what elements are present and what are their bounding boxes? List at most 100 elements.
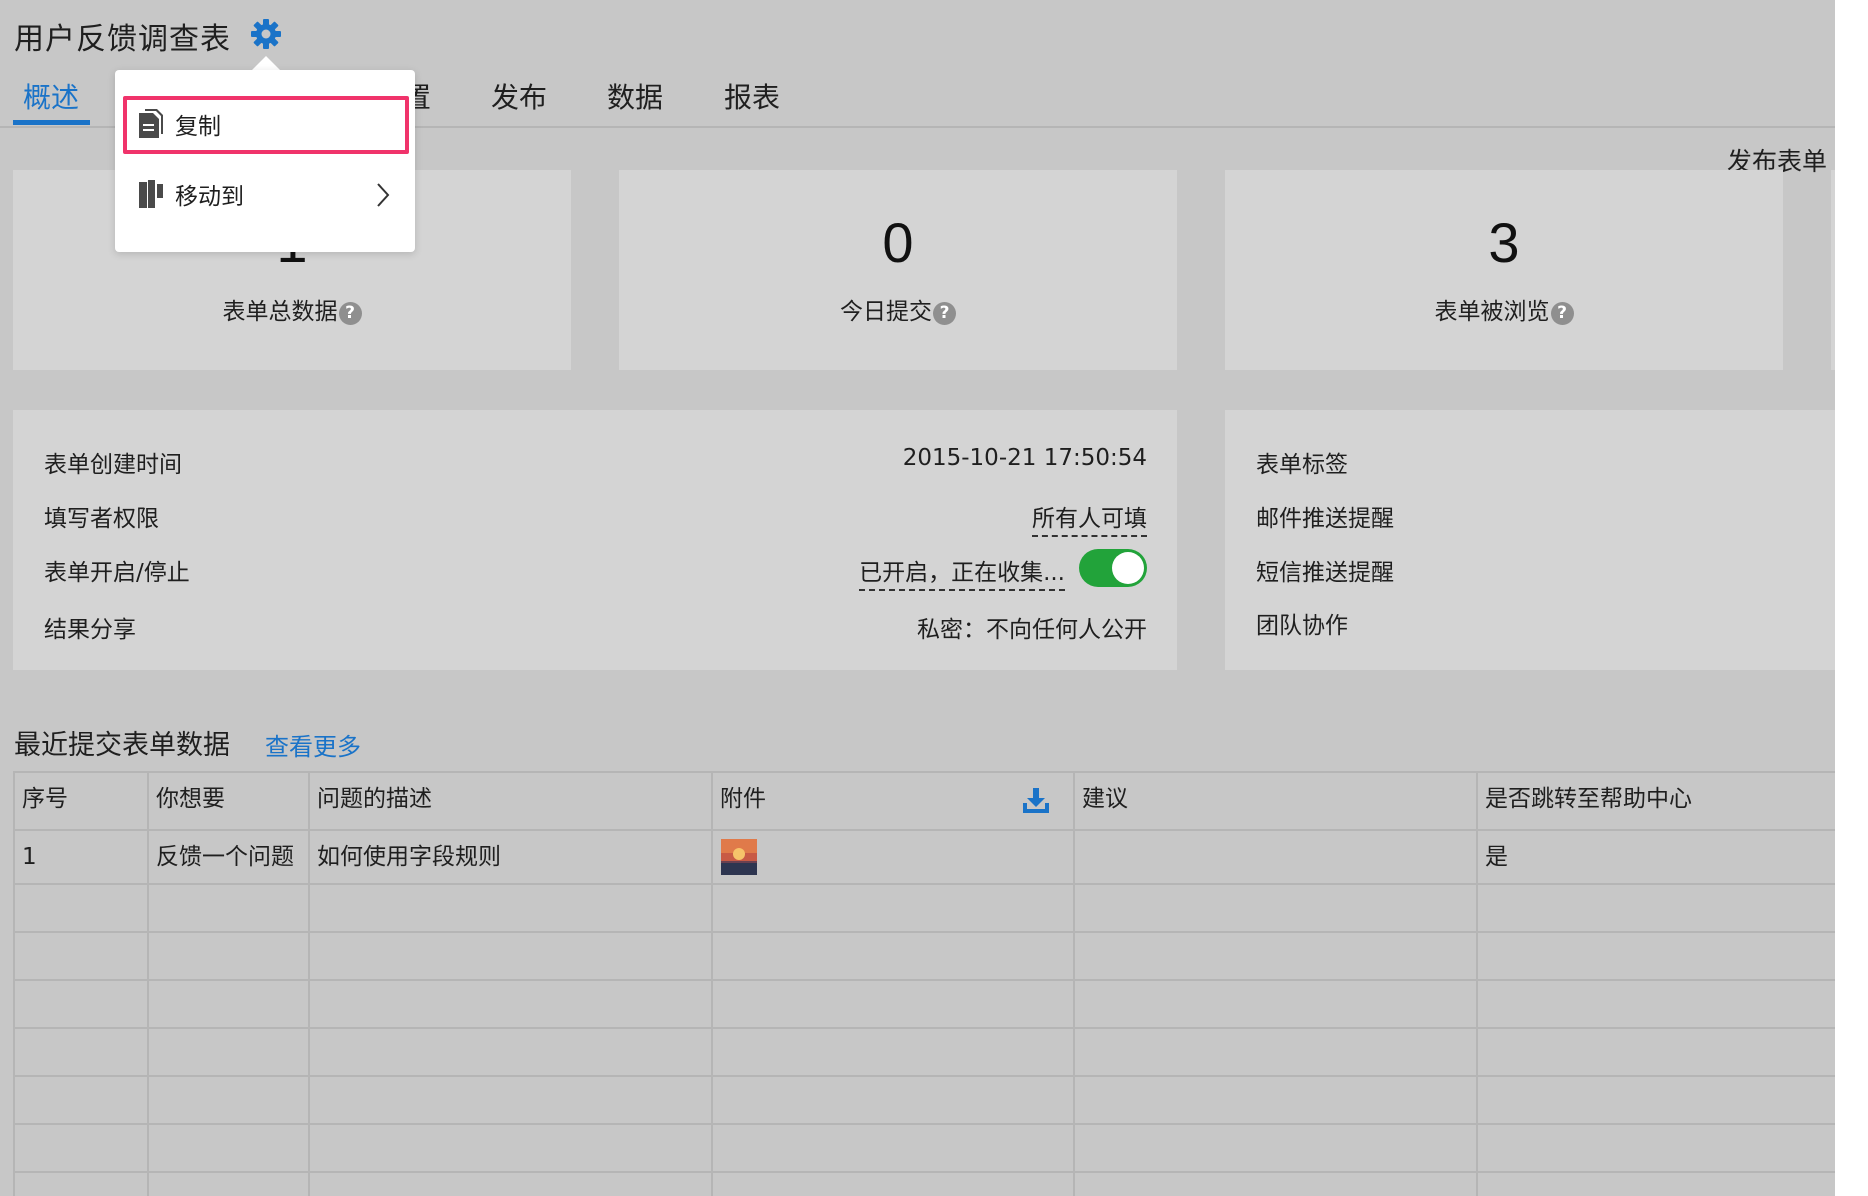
info-row-status: 表单开启/停止 已开启，正在收集... [44,549,1147,593]
column-header: 问题的描述 [310,773,713,829]
menu-item-label: 复制 [175,114,221,140]
info-row-share: 结果分享 私密：不向任何人公开 [44,610,1147,650]
table-cell [713,1077,1075,1123]
table-cell [713,885,1075,931]
column-header: 建议 [1075,773,1478,829]
stat-label: 表单被浏览? [1225,292,1783,326]
form-info-panel: 表单创建时间 2015-10-21 17:50:54 填写者权限 所有人可填 表… [13,410,1177,670]
tab-publish[interactable]: 发布 [491,76,547,116]
stat-label-text: 表单总数据 [222,299,338,325]
copy-icon [139,109,163,138]
settings-dropdown-menu: 复制 移动到 [115,70,415,252]
table-cell [15,1125,149,1171]
table-row-empty [15,981,1835,1029]
table-cell [149,1125,310,1171]
table-row-empty [15,1029,1835,1077]
table-cell [713,1173,1075,1196]
table-cell [1478,1125,1835,1171]
menu-item-copy[interactable]: 复制 [123,96,409,154]
sms-reminder-link[interactable]: 短信推送提醒 [1256,553,1394,587]
dropdown-arrow [252,56,280,70]
table-cell [1478,1029,1835,1075]
attachment-thumbnail[interactable] [721,839,757,875]
stat-value: 3 [1488,211,1520,274]
table-cell [310,1173,713,1196]
table-cell [310,885,713,931]
folder-move-icon [139,180,163,208]
column-header-attachment: 附件 [713,773,1075,829]
table-cell [713,1029,1075,1075]
menu-item-label: 移动到 [175,184,244,210]
help-icon[interactable]: ? [338,302,362,325]
stat-card-views: 3 表单被浏览? [1225,170,1783,370]
form-settings-panel: 表单标签 邮件推送提醒 短信推送提醒 团队协作 [1225,410,1835,670]
table-cell [1075,1029,1478,1075]
table-cell [149,981,310,1027]
team-collab-link[interactable]: 团队协作 [1256,606,1348,640]
table-cell [310,933,713,979]
table-cell [1075,885,1478,931]
table-cell [1075,1125,1478,1171]
table-cell [1478,1077,1835,1123]
stat-label: 表单总数据? [13,292,571,326]
table-cell [1075,981,1478,1027]
view-more-link[interactable]: 查看更多 [265,727,361,762]
permission-label: 填写者权限 [44,506,159,532]
form-tags-link[interactable]: 表单标签 [1256,445,1348,479]
table-cell [310,1029,713,1075]
table-cell [15,933,149,979]
table-row-empty [15,885,1835,933]
table-row-empty [15,933,1835,981]
table-cell [1075,1173,1478,1196]
gear-icon[interactable] [250,18,282,50]
table-row[interactable]: 1 反馈一个问题 如何使用字段规则 是 [15,831,1835,885]
table-cell [713,1125,1075,1171]
info-row-permission: 填写者权限 所有人可填 [44,499,1147,539]
tab-data[interactable]: 数据 [607,76,663,116]
stat-label: 今日提交? [619,292,1177,326]
menu-item-move-to[interactable]: 移动到 [123,166,409,224]
table-cell [310,1125,713,1171]
table-cell [1075,1077,1478,1123]
column-header-text: 附件 [720,786,766,812]
download-icon[interactable] [1021,787,1051,815]
table-cell [310,1077,713,1123]
table-cell [149,933,310,979]
table-cell [15,981,149,1027]
column-header: 序号 [15,773,149,829]
created-label: 表单创建时间 [44,452,182,478]
table-cell [15,1173,149,1196]
table-row-empty [15,1173,1835,1196]
share-value[interactable]: 私密：不向任何人公开 [917,610,1147,644]
table-cell [15,885,149,931]
stat-card-today: 0 今日提交? [619,170,1177,370]
table-row-empty [15,1077,1835,1125]
tab-reports[interactable]: 报表 [724,76,780,116]
recent-data-title: 最近提交表单数据 [14,730,230,761]
table-cell [713,981,1075,1027]
stat-value: 0 [882,211,914,274]
collection-toggle[interactable] [1079,549,1147,587]
chevron-right-icon [377,183,390,207]
stat-label-text: 今日提交 [840,299,932,325]
table-cell [15,1077,149,1123]
permission-value-link[interactable]: 所有人可填 [1032,499,1147,537]
form-title: 用户反馈调查表 [14,22,231,57]
table-cell: 是 [1478,831,1835,883]
table-cell-attachment [713,831,1075,883]
table-cell [149,1029,310,1075]
app-window: 用户反馈调查表 概述 设置 发布 数据 报表 发布表单 1 表单总数据? 0 今… [0,0,1835,1196]
tab-overview[interactable]: 概述 [23,76,79,116]
table-cell [1478,981,1835,1027]
info-row-created: 表单创建时间 2015-10-21 17:50:54 [44,445,1147,485]
help-icon[interactable]: ? [1550,302,1574,325]
table-cell [149,1173,310,1196]
table-cell: 1 [15,831,149,883]
stat-label-text: 表单被浏览 [1434,299,1550,325]
status-label: 表单开启/停止 [44,560,190,586]
email-reminder-link[interactable]: 邮件推送提醒 [1256,499,1394,533]
table-header-row: 序号 你想要 问题的描述 附件 建议 是否跳转至帮助中心 [15,773,1835,831]
help-icon[interactable]: ? [933,302,956,325]
status-value-link[interactable]: 已开启，正在收集... [859,553,1065,591]
table-cell [1075,933,1478,979]
